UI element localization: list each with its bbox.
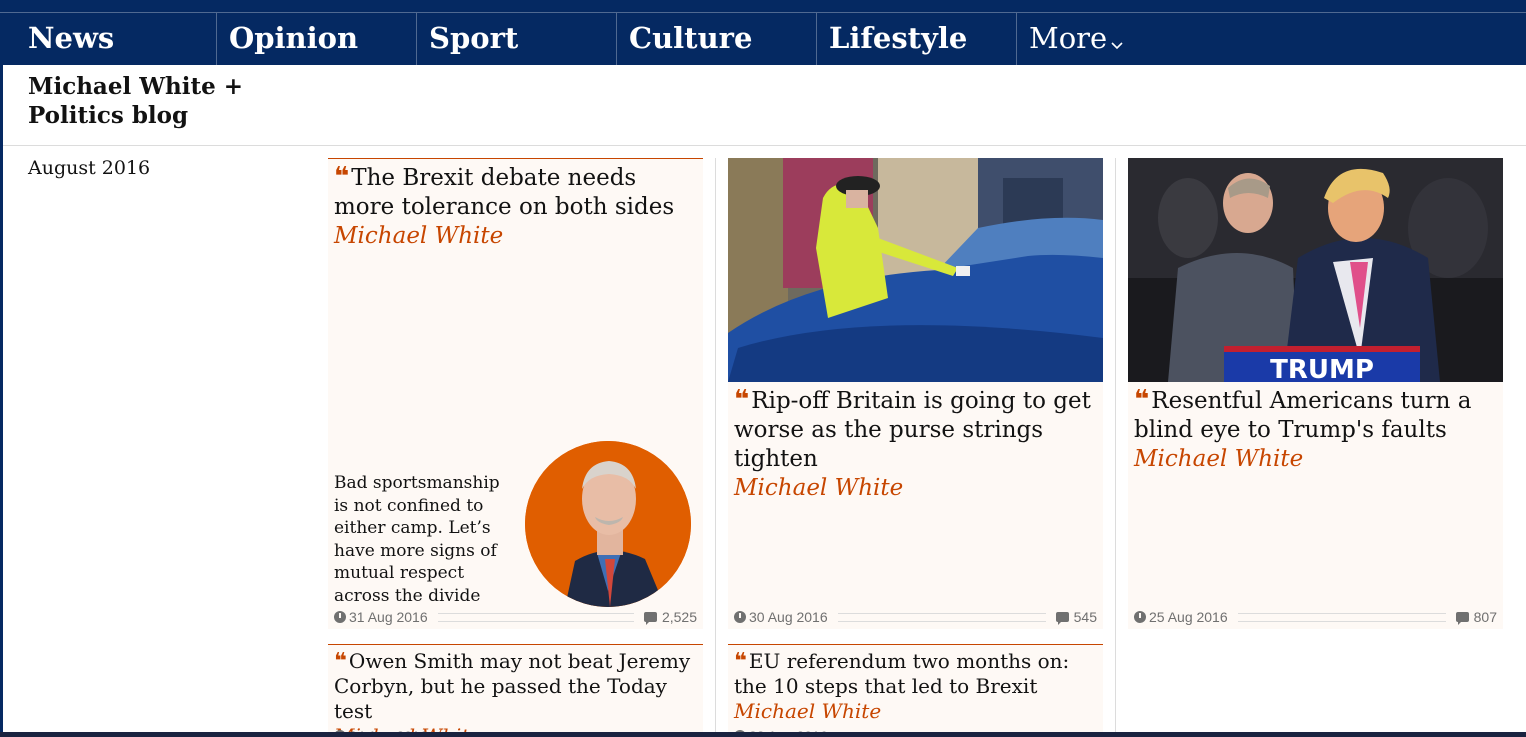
nav-label: Sport — [429, 21, 519, 55]
card-headline[interactable]: ❝ Resentful Americans turn a blind eye to… — [1128, 382, 1503, 474]
article-card[interactable]: ❝ The Brexit debate needs more tolerance … — [328, 158, 703, 629]
card-headline[interactable]: ❝ Rip-off Britain is going to get worse a… — [728, 382, 1103, 503]
chevron-down-icon — [1111, 15, 1123, 65]
headline-text: Resentful Americans turn a blind eye to … — [1134, 388, 1472, 443]
nav-item-opinion[interactable]: Opinion — [216, 13, 416, 65]
article-image[interactable] — [728, 158, 1103, 382]
comment-count[interactable]: 2,525 — [662, 609, 697, 625]
byline: Michael White — [1134, 446, 1304, 472]
headline-text: The Brexit debate needs more tolerance o… — [334, 165, 675, 220]
comment-icon — [643, 612, 657, 625]
card-headline[interactable]: ❝ Owen Smith may not beat Jeremy Corbyn, … — [328, 645, 703, 737]
column-divider — [1115, 158, 1116, 737]
quote-icon: ❝ — [734, 649, 747, 674]
clock-icon — [734, 611, 746, 623]
comment-count[interactable]: 545 — [1074, 609, 1097, 625]
quote-icon: ❝ — [334, 162, 349, 192]
blog-title-line: Politics blog — [28, 102, 189, 129]
nav-label: Culture — [629, 21, 753, 55]
nav-item-more[interactable]: More — [1016, 13, 1216, 65]
card-headline[interactable]: ❝ EU referendum two months on: the 10 ste… — [728, 645, 1103, 724]
article-card[interactable]: ❝ Rip-off Britain is going to get worse a… — [728, 158, 1103, 629]
card-meta: 25 Aug 2016 807 — [1134, 608, 1497, 626]
nav-item-lifestyle[interactable]: Lifestyle — [816, 13, 1016, 65]
author-avatar — [525, 441, 691, 607]
card-meta: 31 Aug 2016 2,525 — [334, 608, 697, 626]
bottom-edge-bar — [0, 732, 1526, 737]
nav-item-news[interactable]: News — [0, 13, 217, 65]
byline: Michael White — [734, 475, 904, 501]
comment-icon — [1055, 612, 1069, 625]
quote-icon: ❝ — [734, 385, 749, 415]
date-heading: August 2016 — [28, 157, 151, 179]
byline: Michael White — [734, 699, 882, 723]
nav-more-label: More — [1029, 21, 1108, 55]
article-card[interactable]: ❝ Owen Smith may not beat Jeremy Corbyn, … — [328, 644, 703, 737]
card-date: 25 Aug 2016 — [1149, 609, 1228, 625]
meta-rule — [437, 612, 634, 622]
meta-rule — [837, 612, 1046, 622]
card-date: 30 Aug 2016 — [749, 609, 828, 625]
article-image[interactable]: TRUMP — [1128, 158, 1503, 382]
nav-item-sport[interactable]: Sport — [416, 13, 616, 65]
comment-icon — [1455, 612, 1469, 625]
nav-label: Lifestyle — [829, 21, 968, 55]
nav-label: News — [28, 21, 115, 55]
nav-item-culture[interactable]: Culture — [616, 13, 816, 65]
nav-label: Opinion — [229, 21, 359, 55]
article-card[interactable]: ❝ EU referendum two months on: the 10 ste… — [728, 644, 1103, 737]
divider — [3, 145, 1526, 146]
headline-text: Owen Smith may not beat Jeremy Corbyn, b… — [334, 649, 691, 723]
headline-text: EU referendum two months on: the 10 step… — [734, 649, 1070, 698]
left-edge-bar — [0, 65, 3, 737]
comment-count[interactable]: 807 — [1474, 609, 1497, 625]
sign-text: TRUMP — [1270, 355, 1374, 382]
clock-icon — [1134, 611, 1146, 623]
headline-text: Rip-off Britain is going to get worse as… — [734, 388, 1091, 472]
standfirst: Bad sportsmanship is not confined to eit… — [334, 473, 500, 606]
article-card[interactable]: TRUMP ❝ Resentful Americans turn a blind … — [1128, 158, 1503, 629]
clock-icon — [334, 611, 346, 623]
card-date: 31 Aug 2016 — [349, 609, 428, 625]
quote-icon: ❝ — [1134, 385, 1149, 415]
blog-title[interactable]: Michael White + Politics blog — [28, 72, 243, 130]
card-headline[interactable]: ❝ The Brexit debate needs more tolerance … — [328, 159, 703, 251]
quote-icon: ❝ — [334, 649, 347, 674]
top-strip — [0, 0, 1526, 12]
column-divider — [715, 158, 716, 737]
blog-title-line: Michael White + — [28, 73, 244, 100]
meta-rule — [1237, 612, 1446, 622]
byline: Michael White — [334, 223, 504, 249]
main-nav: News Opinion Sport Culture Lifestyle Mor… — [0, 12, 1526, 65]
card-meta: 30 Aug 2016 545 — [734, 608, 1097, 626]
